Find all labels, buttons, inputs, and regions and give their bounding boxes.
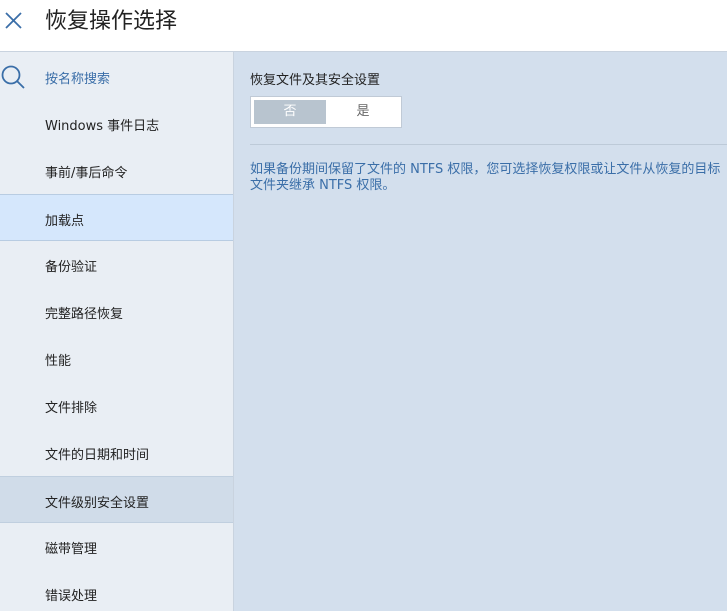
- security-toggle[interactable]: 否 是: [250, 96, 402, 128]
- sidebar-item-full-path-recovery[interactable]: 完整路径恢复: [0, 288, 233, 335]
- sidebar-item-label: 加载点: [45, 214, 85, 229]
- page-title: 恢复操作选择: [45, 9, 178, 34]
- search-label: 按名称搜索: [45, 72, 111, 87]
- sidebar-item-label: 文件的日期和时间: [45, 448, 150, 463]
- sidebar-item-windows-event-log[interactable]: Windows 事件日志: [0, 100, 233, 147]
- sidebar-item-label: Windows 事件日志: [45, 119, 160, 134]
- sidebar-item-label: 性能: [45, 354, 72, 369]
- sidebar-item-label: 文件排除: [45, 401, 98, 416]
- sidebar: 按名称搜索 Windows 事件日志 事前/事后命令 加载点 备份验证 完整路径…: [0, 52, 234, 611]
- close-button[interactable]: [0, 5, 28, 35]
- sidebar-item-label: 事前/事后命令: [45, 166, 128, 181]
- sidebar-item-file-date-time[interactable]: 文件的日期和时间: [0, 429, 233, 476]
- sidebar-item-label: 备份验证: [45, 260, 98, 275]
- search-icon: [0, 64, 26, 90]
- settings-panel: 恢复文件及其安全设置 否 是 如果备份期间保留了文件的 NTFS 权限，您可选择…: [234, 52, 727, 611]
- toggle-option-no[interactable]: 否: [254, 100, 326, 124]
- sidebar-item-label: 错误处理: [45, 589, 98, 604]
- header: 恢复操作选择: [0, 0, 727, 52]
- search-by-name[interactable]: 按名称搜索: [0, 52, 233, 100]
- sidebar-item-error-handling[interactable]: 错误处理: [0, 570, 233, 611]
- sidebar-item-label: 磁带管理: [45, 542, 98, 557]
- sidebar-item-file-level-security[interactable]: 文件级别安全设置: [0, 476, 233, 523]
- divider: [250, 144, 727, 145]
- sidebar-item-backup-validation[interactable]: 备份验证: [0, 241, 233, 288]
- sidebar-item-tape-management[interactable]: 磁带管理: [0, 523, 233, 570]
- sidebar-item-label: 文件级别安全设置: [45, 496, 150, 511]
- sidebar-item-label: 完整路径恢复: [45, 307, 124, 322]
- sidebar-item-file-exclusions[interactable]: 文件排除: [0, 382, 233, 429]
- toggle-option-yes[interactable]: 是: [327, 100, 399, 124]
- close-icon: [0, 5, 28, 35]
- setting-description: 如果备份期间保留了文件的 NTFS 权限，您可选择恢复权限或让文件从恢复的目标文…: [250, 162, 721, 193]
- setting-title: 恢复文件及其安全设置: [250, 73, 381, 88]
- sidebar-item-pre-post-commands[interactable]: 事前/事后命令: [0, 147, 233, 194]
- sidebar-item-mount-points[interactable]: 加载点: [0, 194, 233, 241]
- sidebar-item-performance[interactable]: 性能: [0, 335, 233, 382]
